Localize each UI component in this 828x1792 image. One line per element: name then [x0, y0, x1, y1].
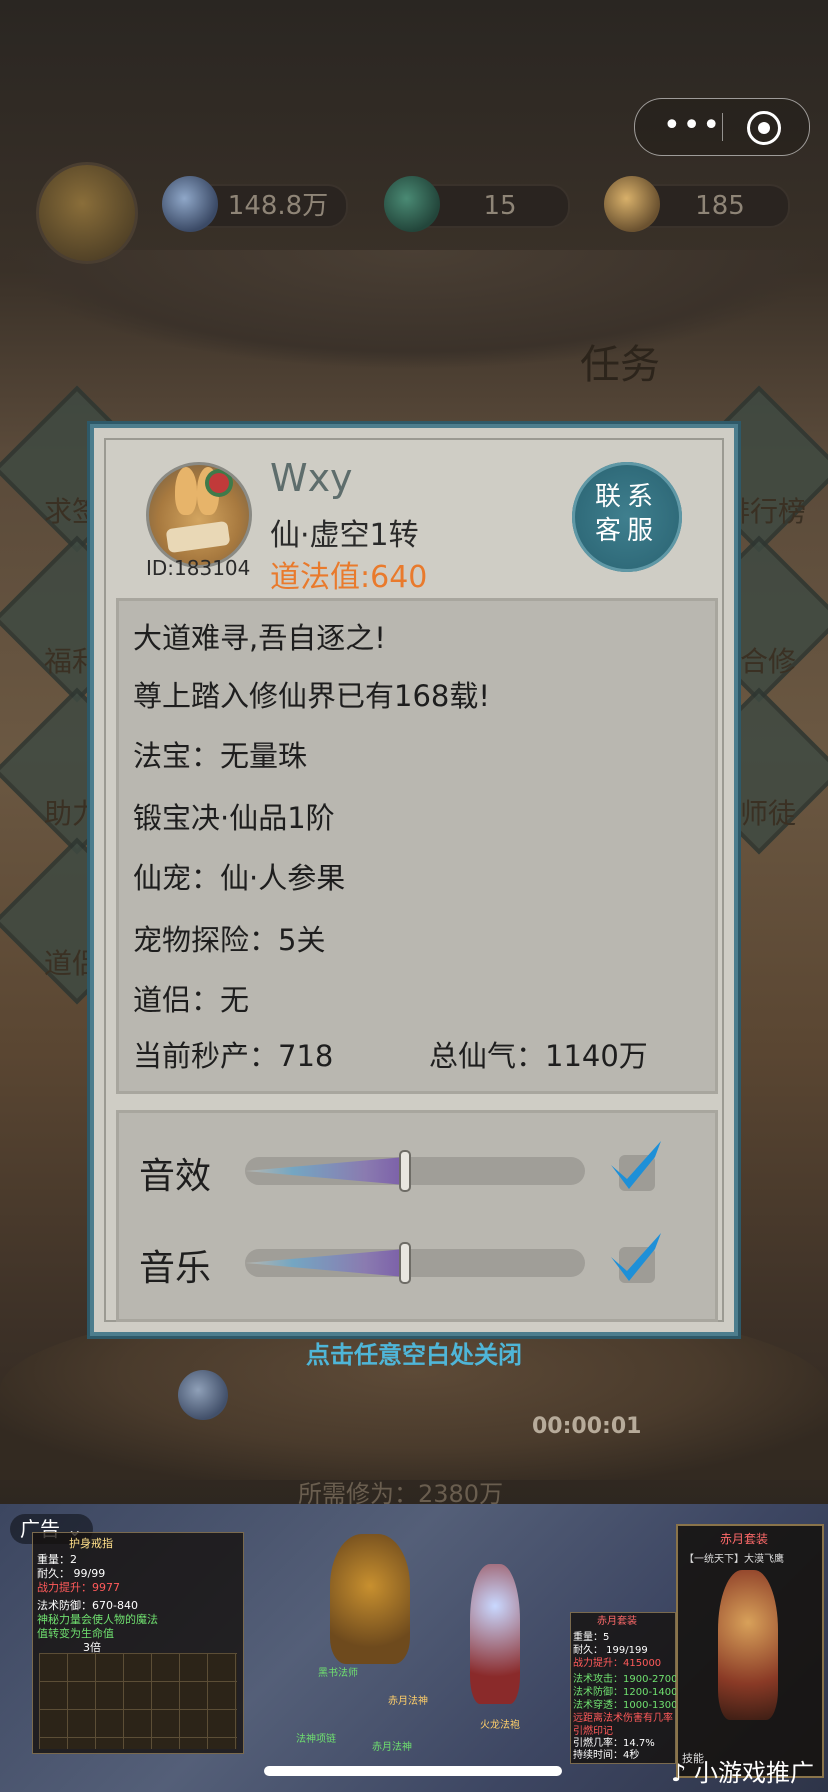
ad-warrior-figure — [330, 1534, 410, 1664]
ad-item-defense: 法术防御：670-840 — [37, 1599, 138, 1612]
capsule-divider — [722, 113, 723, 141]
spirit-orb-icon — [162, 176, 218, 232]
jade-icon — [384, 176, 440, 232]
music-slider-fill — [245, 1249, 405, 1277]
more-dots-icon[interactable]: ••• — [663, 111, 720, 141]
home-indicator[interactable] — [264, 1766, 562, 1776]
info-forge: 锻宝决·仙品1阶 — [133, 801, 335, 835]
ad-armor-effect: 远距离法术伤害有几率 — [573, 1713, 673, 1724]
target-icon[interactable] — [747, 111, 781, 145]
sound-slider[interactable] — [245, 1157, 585, 1185]
info-partner: 道侣：无 — [133, 983, 250, 1017]
close-hint: 点击任意空白处关闭 — [306, 1341, 522, 1369]
ad-npc1: 黑书法师 — [318, 1668, 358, 1679]
ad-armor-atk: 法术攻击：1900-2700 — [573, 1674, 678, 1685]
flower-icon — [604, 176, 660, 232]
scene-arch — [0, 250, 828, 370]
player-realm: 仙·虚空1转 — [270, 518, 419, 553]
side-label-cultivate: 合修 — [740, 645, 797, 678]
mini-program-capsule: ••• — [634, 98, 810, 156]
ad-character-figure — [718, 1570, 778, 1720]
ad-armor-def: 法术防御：1200-1400 — [573, 1687, 678, 1698]
contact-support-button[interactable]: 联系 客服 — [572, 462, 682, 572]
ad-brand: ♪ 小游戏推广 — [671, 1759, 814, 1787]
info-total: 总仙气：1140万 — [429, 1039, 648, 1073]
ad-char-subtitle: 【一统天下】大漠飞鹰 — [684, 1554, 784, 1565]
info-motto: 大道难寻,吾自逐之! — [133, 621, 386, 655]
ad-armor-def2: 法术穿透：1000-1300 — [573, 1700, 678, 1711]
task-button[interactable]: 任务 — [580, 332, 660, 390]
player-avatar[interactable] — [36, 162, 138, 264]
ad-char-title: 赤月套装 — [720, 1532, 769, 1546]
ad-npc4: 法神项链 — [296, 1734, 336, 1745]
info-box: 大道难寻,吾自逐之! 尊上踏入修仙界已有168载! 法宝：无量珠 锻宝决·仙品1… — [116, 598, 718, 1094]
music-slider[interactable] — [245, 1249, 585, 1277]
player-power: 道法值:640 — [270, 560, 428, 595]
ad-armor-time: 持续时间：4秒 — [573, 1750, 640, 1761]
player-id: ID:183104 — [146, 556, 251, 580]
sound-check-icon — [607, 1135, 665, 1193]
ad-item-skill1: 神秘力量会使人物的魔法 — [37, 1613, 158, 1626]
ad-item-weight: 重量：2 — [37, 1553, 77, 1566]
player-name: Wxy — [270, 456, 353, 500]
ad-character-panel: 赤月套装 【一统天下】大漠飞鹰 技能 — [676, 1524, 824, 1778]
settings-box: 音效 音乐 — [116, 1110, 718, 1322]
profile-avatar — [146, 462, 252, 568]
music-label: 音乐 — [139, 1248, 212, 1289]
info-adventure: 宠物探险：5关 — [133, 923, 326, 957]
sound-slider-thumb[interactable] — [398, 1150, 411, 1192]
sound-slider-fill — [245, 1157, 405, 1185]
resource-spirit: 148.8万 — [162, 176, 348, 232]
ad-item-tooltip: 护身戒指 重量：2 耐久： 99/99 战力提升：9977 法术防御：670-8… — [32, 1532, 244, 1754]
ad-mage-figure — [470, 1564, 520, 1704]
info-pet: 仙宠：仙·人参果 — [133, 861, 346, 895]
music-check-icon — [607, 1227, 665, 1285]
ad-item-power: 战力提升：9977 — [37, 1581, 120, 1594]
music-slider-thumb[interactable] — [398, 1242, 411, 1284]
ad-item-skill2: 值转变为生命值 — [37, 1627, 114, 1640]
resource-flower: 185 — [604, 176, 790, 232]
info-rate: 当前秒产：718 — [133, 1039, 334, 1073]
side-label-master: 师徒 — [740, 797, 797, 830]
ad-inventory-grid — [39, 1653, 237, 1749]
bottom-orb-icon — [178, 1370, 228, 1420]
ad-armor-durability: 耐久： 199/199 — [573, 1645, 648, 1656]
contact-line1: 联系 — [594, 482, 659, 512]
ad-armor-tooltip: 赤月套装 重量：5 耐久： 199/199 战力提升：415000 法术攻击：1… — [570, 1612, 678, 1764]
ad-armor-weight: 重量：5 — [573, 1632, 610, 1643]
ad-item-title: 护身戒指 — [69, 1537, 113, 1550]
avatar-ear-left — [175, 467, 197, 515]
info-years: 尊上踏入修仙界已有168载! — [133, 679, 490, 713]
ad-npc5: 赤月法神 — [372, 1742, 412, 1753]
ad-armor-power: 战力提升：415000 — [573, 1658, 662, 1669]
contact-line2: 客服 — [594, 516, 659, 546]
sound-label: 音效 — [139, 1156, 212, 1197]
avatar-flower — [209, 473, 229, 493]
avatar-scroll — [165, 520, 231, 554]
ad-brand-text: 小游戏推广 — [694, 1759, 814, 1787]
ad-npc3: 火龙法袍 — [480, 1720, 520, 1731]
profile-settings-panel: ID:183104 Wxy 仙·虚空1转 道法值:640 联系 客服 大道难寻,… — [90, 424, 738, 1336]
ad-item-durability: 耐久： 99/99 — [37, 1567, 106, 1580]
resource-jade: 15 — [384, 176, 570, 232]
ad-banner[interactable]: 广告 ⌄ 护身戒指 重量：2 耐久： 99/99 战力提升：9977 法术防御：… — [0, 1504, 828, 1792]
info-treasure: 法宝：无量珠 — [133, 739, 308, 773]
ad-armor-title: 赤月套装 — [597, 1616, 637, 1627]
timer: 00:00:01 — [532, 1414, 642, 1439]
ad-npc2: 赤月法神 — [388, 1696, 428, 1707]
